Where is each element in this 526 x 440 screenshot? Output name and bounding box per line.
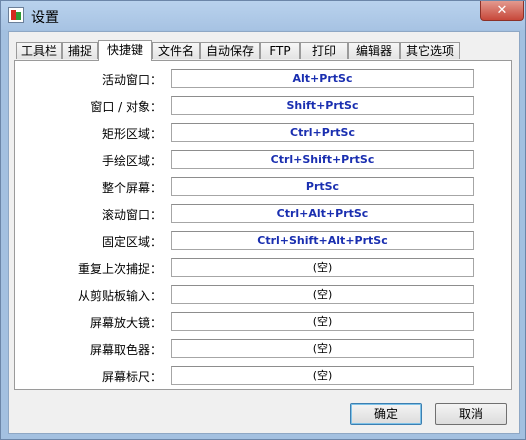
hotkey-field-repeat-last[interactable]: (空) <box>171 258 474 277</box>
hotkey-field-fixed-region[interactable]: Ctrl+Shift+Alt+PrtSc <box>171 231 474 250</box>
tab-other-options[interactable]: 其它选项 <box>400 42 460 59</box>
hotkey-field-from-clipboard[interactable]: (空) <box>171 285 474 304</box>
dialog-body: 工具栏 捕捉 快捷键 文件名 自动保存 FTP 打印 编辑器 其它选项 活动窗口… <box>8 31 520 434</box>
tab-print[interactable]: 打印 <box>300 42 348 59</box>
hotkey-label-freehand: 手绘区域： <box>101 154 162 168</box>
hotkey-field-magnifier[interactable]: (空) <box>171 312 474 331</box>
hotkey-label-full-screen: 整个屏幕： <box>101 181 162 195</box>
hotkey-field-window-object[interactable]: Shift+PrtSc <box>171 96 474 115</box>
tab-hotkeys[interactable]: 快捷键 <box>98 40 152 61</box>
hotkey-label-scrolling-window: 滚动窗口： <box>101 208 162 222</box>
tab-capture[interactable]: 捕捉 <box>62 42 98 59</box>
settings-window: 设置 ✕ 工具栏 捕捉 快捷键 文件名 自动保存 FTP 打印 编辑器 其它选项… <box>0 0 526 440</box>
hotkey-field-rectangle[interactable]: Ctrl+PrtSc <box>171 123 474 142</box>
tab-editor[interactable]: 编辑器 <box>348 42 400 59</box>
hotkey-label-color-picker: 屏幕取色器： <box>89 343 162 357</box>
ok-button[interactable]: 确定 <box>350 403 422 425</box>
hotkey-label-ruler: 屏幕标尺： <box>101 370 162 384</box>
window-title: 设置 <box>31 10 59 26</box>
hotkey-label-magnifier: 屏幕放大镜： <box>89 316 162 330</box>
title-bar[interactable]: 设置 ✕ <box>1 1 525 30</box>
hotkey-label-rectangle: 矩形区域： <box>101 127 162 141</box>
hotkey-field-full-screen[interactable]: PrtSc <box>171 177 474 196</box>
hotkey-field-ruler[interactable]: (空) <box>171 366 474 385</box>
hotkey-label-active-window: 活动窗口： <box>101 73 162 87</box>
close-button[interactable]: ✕ <box>480 1 524 21</box>
app-icon <box>8 7 24 23</box>
cancel-button[interactable]: 取消 <box>435 403 507 425</box>
tab-toolbar[interactable]: 工具栏 <box>16 42 62 59</box>
hotkey-field-color-picker[interactable]: (空) <box>171 339 474 358</box>
tab-ftp[interactable]: FTP <box>260 42 300 59</box>
tab-filename[interactable]: 文件名 <box>152 42 200 59</box>
hotkeys-panel: 活动窗口： Alt+PrtSc 窗口 / 对象： Shift+PrtSc 矩形区… <box>14 60 512 390</box>
hotkey-label-window-object: 窗口 / 对象： <box>90 100 162 114</box>
hotkey-label-repeat-last: 重复上次捕捉： <box>77 262 162 276</box>
hotkey-label-from-clipboard: 从剪贴板输入： <box>77 289 162 303</box>
hotkey-field-active-window[interactable]: Alt+PrtSc <box>171 69 474 88</box>
hotkey-label-fixed-region: 固定区域： <box>101 235 162 249</box>
tab-autosave[interactable]: 自动保存 <box>200 42 260 59</box>
hotkey-field-scrolling-window[interactable]: Ctrl+Alt+PrtSc <box>171 204 474 223</box>
hotkey-field-freehand[interactable]: Ctrl+Shift+PrtSc <box>171 150 474 169</box>
